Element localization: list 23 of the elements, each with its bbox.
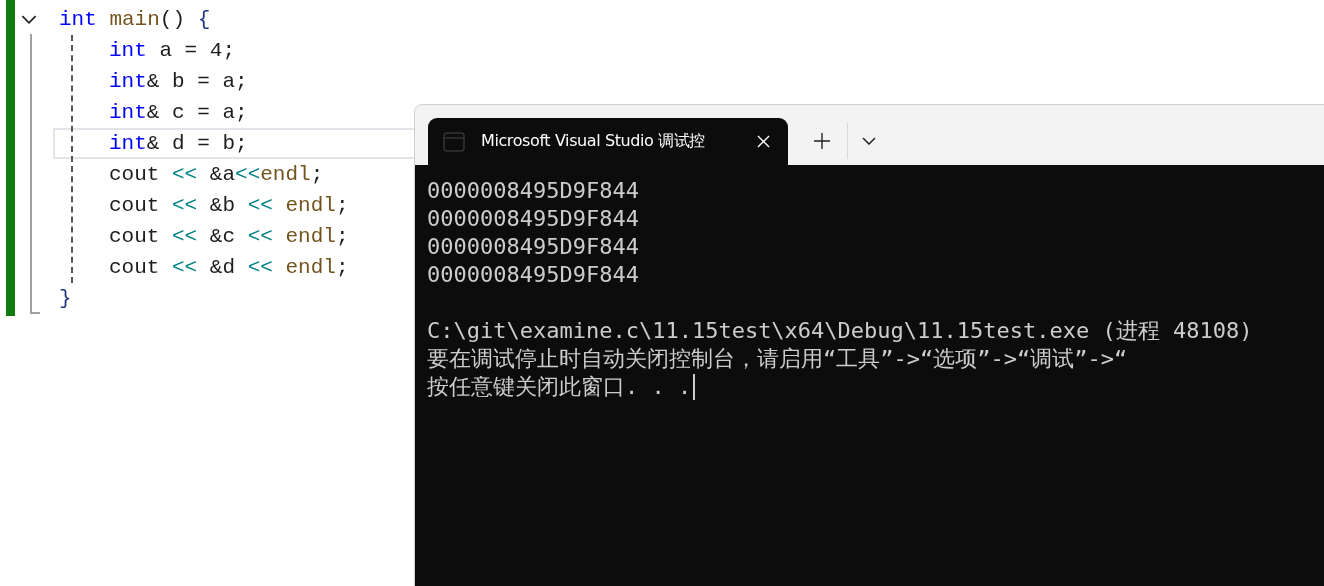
- code-line: int& c = a;: [108, 101, 248, 124]
- terminal-tab[interactable]: Microsoft Visual Studio 调试控: [428, 118, 788, 165]
- output-line: 按任意键关闭此窗口. . .: [427, 373, 692, 401]
- new-tab-icon[interactable]: [814, 133, 830, 149]
- code-line: int& b = a;: [108, 70, 248, 93]
- code-line: cout << &a<<endl;: [108, 163, 324, 186]
- output-line: 要在调试停止时自动关闭控制台，请启用“工具”->“选项”->“调试”->“: [427, 345, 1128, 373]
- code-line: }: [59, 287, 72, 310]
- code-line: cout << &b << endl;: [108, 194, 349, 217]
- close-icon[interactable]: [757, 135, 770, 148]
- console-window-icon: [443, 131, 465, 152]
- code-line: cout << &c << endl;: [108, 225, 349, 248]
- fold-chevron-icon[interactable]: [21, 13, 37, 25]
- code-line: cout << &d << endl;: [108, 256, 349, 279]
- code-line: int& d = b;: [108, 132, 248, 155]
- output-line: 0000008495D9F844: [427, 205, 639, 233]
- code-line: int main() {: [59, 8, 211, 31]
- code-line: int a = 4;: [108, 39, 236, 62]
- output-line: 0000008495D9F844: [427, 233, 639, 261]
- dropdown-chevron-icon[interactable]: [862, 137, 876, 145]
- output-line: 0000008495D9F844: [427, 177, 639, 205]
- output-line: 0000008495D9F844: [427, 261, 639, 289]
- output-line: C:\git\examine.c\11.15test\x64\Debug\11.15test.exe (进程 48108): [427, 317, 1253, 345]
